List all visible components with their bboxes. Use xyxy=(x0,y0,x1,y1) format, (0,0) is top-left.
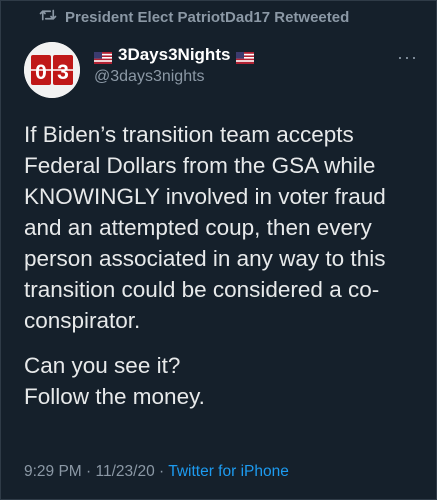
tweet-source[interactable]: Twitter for iPhone xyxy=(168,463,289,480)
avatar-digit-0: 0 xyxy=(35,61,47,84)
retweet-icon xyxy=(39,7,57,27)
avatar[interactable]: 0 3 xyxy=(24,42,80,98)
more-options-icon[interactable]: ··· xyxy=(397,47,418,68)
user-handle: @3days3nights xyxy=(94,68,205,85)
tweet-paragraph: Can you see it? xyxy=(24,353,181,378)
retweet-context[interactable]: President Elect PatriotDad17 Retweeted xyxy=(39,7,349,27)
tweet-date[interactable]: 11/23/20 xyxy=(96,463,155,480)
tweet-text: If Biden’s transition team accepts Feder… xyxy=(24,119,424,412)
meta-separator: · xyxy=(86,463,92,480)
tweet-card: President Elect PatriotDad17 Retweeted 0… xyxy=(0,0,437,500)
us-flag-icon xyxy=(94,49,112,64)
avatar-digit-3: 3 xyxy=(57,61,69,84)
display-name: 3Days3Nights xyxy=(118,45,231,64)
display-name-row: 3Days3Nights xyxy=(94,45,255,65)
tweet-paragraph: If Biden’s transition team accepts Feder… xyxy=(24,122,386,333)
tweet-time[interactable]: 9:29 PM xyxy=(24,463,82,480)
tweet-meta: 9:29 PM · 11/23/20 · Twitter for iPhone xyxy=(24,463,289,481)
us-flag-icon xyxy=(236,49,255,64)
retweet-text: President Elect PatriotDad17 Retweeted xyxy=(65,8,350,26)
author-block[interactable]: 3Days3Nights @3days3nights xyxy=(94,45,255,86)
meta-separator: · xyxy=(159,463,165,480)
tweet-paragraph: Follow the money. xyxy=(24,384,205,409)
